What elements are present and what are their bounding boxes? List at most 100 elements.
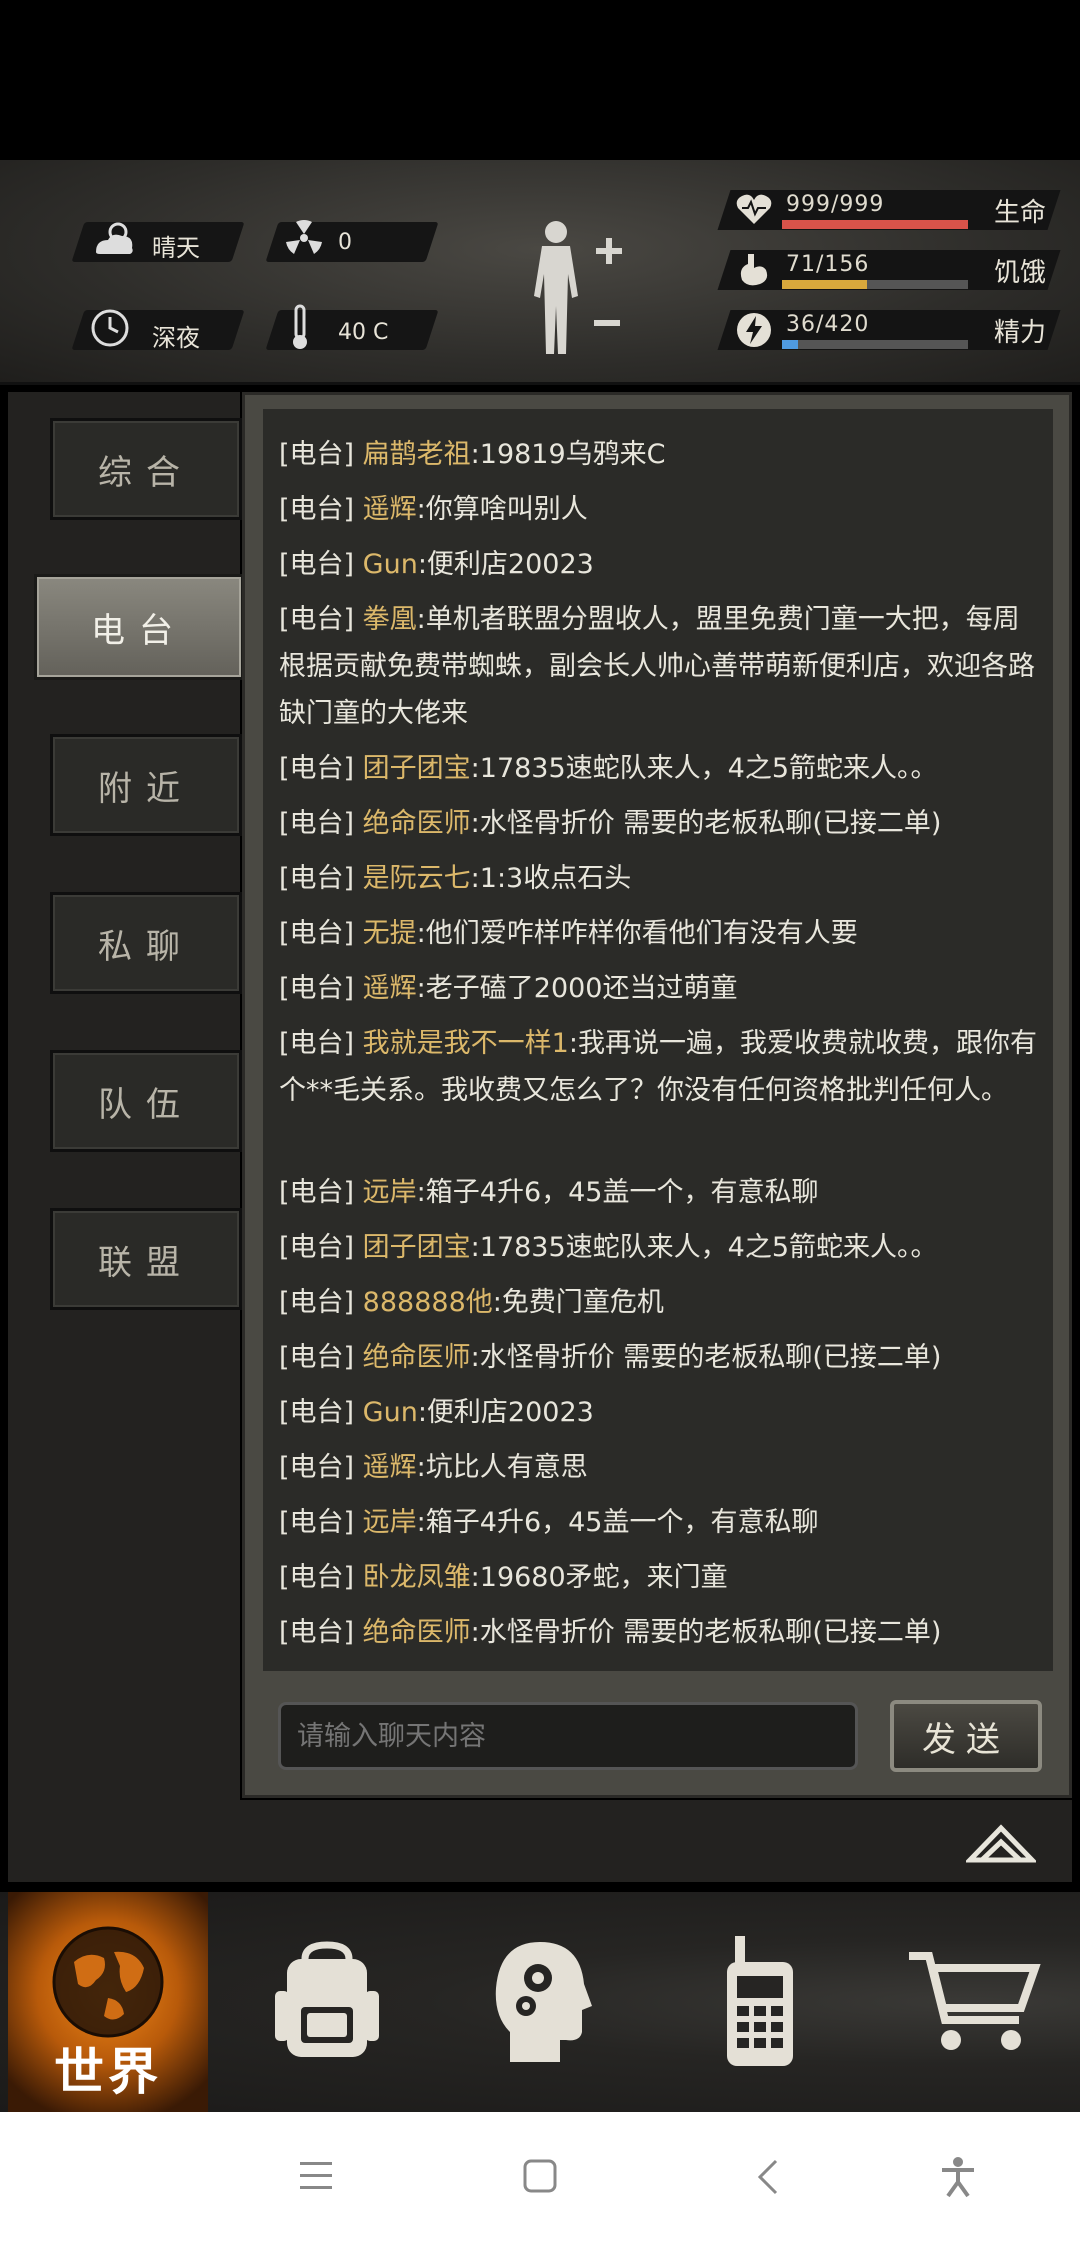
message-sender[interactable]: 888888他 (363, 1287, 493, 1318)
message-sender[interactable]: 绝命医师 (363, 1342, 471, 1373)
message-sender[interactable]: 扁鹊老祖 (363, 439, 471, 470)
message-text: :17835速蛇队来人，4之5箭蛇来人。。 (470, 753, 938, 784)
nav-radio-button[interactable] (655, 1892, 865, 2112)
cloud-sun-icon (96, 222, 133, 254)
message-channel: [电台] (279, 1397, 355, 1428)
message-text: :老子磕了2000还当过萌童 (416, 973, 738, 1004)
chat-footer (8, 1800, 1072, 1882)
chat-message: [电台] 远岸:箱子4升6，45盖一个，有意私聊 (279, 1169, 1039, 1216)
message-text: :19680矛蛇，来门童 (470, 1562, 728, 1593)
message-channel: [电台] (279, 973, 355, 1004)
menu-icon[interactable] (298, 2160, 334, 2192)
message-sender[interactable]: 绝命医师 (363, 808, 471, 839)
nav-shop-button[interactable] (870, 1892, 1080, 2112)
chat-message: [电台] Gun:便利店20023 (279, 541, 1039, 588)
message-sender[interactable]: 无提 (363, 918, 417, 949)
message-sender[interactable]: 远岸 (363, 1177, 417, 1208)
vital-label: 精力 (994, 318, 1047, 348)
chat-message: [电台] 我就是我不一样1:我再说一遍，我爱收费就收费，跟你有个**毛关系。我收… (279, 1020, 1039, 1114)
message-text: :17835速蛇队来人，4之5箭蛇来人。。 (470, 1232, 938, 1263)
message-text: :免费门童危机 (492, 1287, 664, 1318)
message-channel: [电台] (279, 1507, 355, 1538)
character-body-icon[interactable] (520, 218, 630, 358)
radiation-value: 0 (338, 230, 352, 255)
message-sender[interactable]: 团子团宝 (363, 753, 471, 784)
chat-message: [电台] 无提:他们爱咋样咋样你看他们有没有人要 (279, 910, 1039, 957)
message-channel: [电台] (279, 1177, 355, 1208)
message-channel: [电台] (279, 753, 355, 784)
message-sender[interactable]: Gun (363, 1397, 418, 1428)
chat-message-list[interactable]: [电台] 扁鹊老祖:19819乌鸦来C [电台] 遥辉:你算啥叫别人 [电台] Gu… (263, 409, 1053, 1671)
nav-backpack-button[interactable] (222, 1892, 432, 2112)
message-text: :水怪骨折价 需要的老板私聊(已接二单) (470, 808, 942, 839)
vital-bar-fill (782, 340, 798, 349)
backpack-icon (275, 1941, 379, 2057)
vital-value: 36/420 (786, 312, 870, 337)
message-text: :水怪骨折价 需要的老板私聊(已接二单) (470, 1617, 942, 1648)
message-sender[interactable]: 遥辉 (363, 494, 417, 525)
tab-3[interactable]: 附近 (50, 734, 242, 836)
message-sender[interactable]: 拳凰 (363, 604, 417, 635)
chat-message: [电台] 绝命医师:水怪骨折价 需要的老板私聊(已接二单) (279, 800, 1039, 847)
tab-2[interactable]: 电台 (34, 574, 244, 680)
message-channel: [电台] (279, 1342, 355, 1373)
message-channel: [电台] (279, 1287, 355, 1318)
message-text: :19819乌鸦来C (470, 439, 666, 470)
back-icon[interactable] (754, 2158, 782, 2196)
message-sender[interactable]: 绝命医师 (363, 1617, 471, 1648)
chat-input[interactable] (278, 1702, 858, 1770)
message-sender[interactable]: Gun (363, 549, 418, 580)
nav-skills-button[interactable] (435, 1892, 645, 2112)
message-sender[interactable]: 远岸 (363, 1507, 417, 1538)
chat-message: [电台] 遥辉:老子磕了2000还当过萌童 (279, 965, 1039, 1012)
message-text: :他们爱咋样咋样你看他们有没有人要 (416, 918, 858, 949)
message-channel: [电台] (279, 604, 355, 635)
message-sender[interactable]: 团子团宝 (363, 1232, 471, 1263)
nav-world-label: 世界 (54, 2042, 162, 2101)
send-button[interactable]: 发送 (890, 1700, 1042, 1772)
message-channel: [电台] (279, 1232, 355, 1263)
message-channel: [电台] (279, 549, 355, 580)
message-sender[interactable]: 是阮云七 (363, 863, 471, 894)
vital-value: 71/156 (786, 252, 870, 277)
chat-message: [电台] 扁鹊老祖:19819乌鸦来C (279, 431, 1039, 478)
vital-bar (782, 220, 968, 229)
message-sender[interactable]: 卧龙凤雏 (363, 1562, 471, 1593)
temperature-value: 40 C (338, 320, 389, 345)
vital-label: 饥饿 (994, 258, 1047, 288)
chat-message: [电台] 绝命医师:水怪骨折价 需要的老板私聊(已接二单) (279, 1334, 1039, 1381)
chat-message: [电台] 卧龙凤雏:19680矛蛇，来门童 (279, 1554, 1039, 1601)
message-text: :便利店20023 (417, 1397, 594, 1428)
collapse-up-icon[interactable] (966, 1820, 1036, 1864)
nav-world-button[interactable]: 世界 (8, 1892, 208, 2112)
thermometer-icon (293, 304, 307, 349)
chat-message: [电台] 是阮云七:1:3收点石头 (279, 855, 1039, 902)
message-text: :便利店20023 (417, 549, 594, 580)
chat-message: [电台] 遥辉:坑比人有意思 (279, 1444, 1039, 1491)
home-icon[interactable] (522, 2158, 558, 2194)
vital-value: 999/999 (786, 192, 885, 217)
chat-message: [电台] Gun:便利店20023 (279, 1389, 1039, 1436)
message-text: :坑比人有意思 (416, 1452, 588, 1483)
tab-6[interactable]: 联盟 (50, 1208, 242, 1310)
message-text: :1:3收点石头 (470, 863, 632, 894)
accessibility-icon[interactable] (938, 2156, 978, 2198)
clock-icon (91, 309, 129, 347)
message-sender[interactable]: 遥辉 (363, 1452, 417, 1483)
chat-message: [电台] 团子团宝:17835速蛇队来人，4之5箭蛇来人。。 (279, 1224, 1039, 1271)
chat-panel: [电台] 扁鹊老祖:19819乌鸦来C [电台] 遥辉:你算啥叫别人 [电台] Gu… (242, 392, 1072, 1798)
tab-4[interactable]: 私聊 (50, 892, 242, 994)
vital-bar-fill (782, 220, 968, 229)
message-sender[interactable]: 遥辉 (363, 973, 417, 1004)
globe-icon (52, 1926, 164, 2038)
time-label: 深夜 (152, 324, 200, 352)
tab-1[interactable]: 综合 (50, 418, 242, 520)
vital-bar (782, 280, 968, 289)
chat-message: [电台] 遥辉:你算啥叫别人 (279, 486, 1039, 533)
message-channel: [电台] (279, 494, 355, 525)
weather-label: 晴天 (152, 234, 200, 262)
tab-5[interactable]: 队伍 (50, 1050, 242, 1152)
stomach-icon (740, 254, 768, 286)
vital-label: 生命 (994, 198, 1047, 228)
message-sender[interactable]: 我就是我不一样1 (363, 1028, 569, 1059)
